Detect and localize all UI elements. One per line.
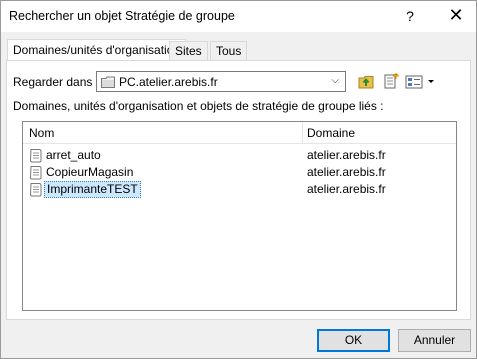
gpo-scroll-icon	[29, 148, 43, 163]
dialog-window: Rechercher un objet Stratégie de groupe …	[0, 0, 477, 359]
gpo-list[interactable]: Nom Domaine arret_auto atelier.arebis.fr	[22, 121, 457, 311]
list-header: Nom Domaine	[23, 122, 456, 144]
list-item[interactable]: CopieurMagasin atelier.arebis.fr	[23, 164, 456, 181]
title-bar: Rechercher un objet Stratégie de groupe …	[1, 1, 476, 32]
gpo-domain: atelier.arebis.fr	[307, 182, 386, 196]
help-button[interactable]: ?	[396, 4, 424, 28]
close-button[interactable]: ✕	[441, 4, 471, 28]
dialog-title: Rechercher un objet Stratégie de groupe	[9, 9, 235, 23]
look-in-value: PC.atelier.arebis.fr	[119, 75, 218, 89]
up-folder-icon[interactable]	[358, 73, 376, 91]
tab-sites[interactable]: Sites	[169, 41, 208, 60]
gpo-scroll-icon	[29, 165, 43, 180]
list-item[interactable]: arret_auto atelier.arebis.fr	[23, 147, 456, 164]
list-item-selected[interactable]: ImprimanteTEST atelier.arebis.fr	[23, 181, 456, 198]
column-divider[interactable]	[302, 122, 303, 143]
gpo-domain: atelier.arebis.fr	[307, 165, 386, 179]
cancel-button[interactable]: Annuler	[398, 329, 471, 352]
look-in-combobox[interactable]: PC.atelier.arebis.fr ⌵	[96, 71, 346, 92]
gpo-scroll-icon	[29, 182, 43, 197]
gpo-domain: atelier.arebis.fr	[307, 148, 386, 162]
chevron-down-icon[interactable]: ⌵	[331, 75, 339, 86]
gpo-name: ImprimanteTEST	[44, 181, 141, 198]
tab-all[interactable]: Tous	[210, 41, 248, 60]
new-gpo-icon[interactable]	[382, 73, 400, 91]
gpo-name: CopieurMagasin	[46, 165, 134, 179]
column-header-name[interactable]: Nom	[29, 126, 54, 140]
view-options-icon[interactable]	[405, 73, 437, 91]
folder-icon	[101, 76, 115, 91]
ok-button[interactable]: OK	[317, 329, 390, 352]
look-in-label: Regarder dans :	[13, 75, 100, 89]
gpo-list-label: Domaines, unités d'organisation et objet…	[13, 99, 384, 113]
gpo-name: arret_auto	[46, 148, 101, 162]
tab-domains-ou[interactable]: Domaines/unités d'organisation	[7, 39, 187, 61]
column-header-domain[interactable]: Domaine	[307, 126, 355, 140]
